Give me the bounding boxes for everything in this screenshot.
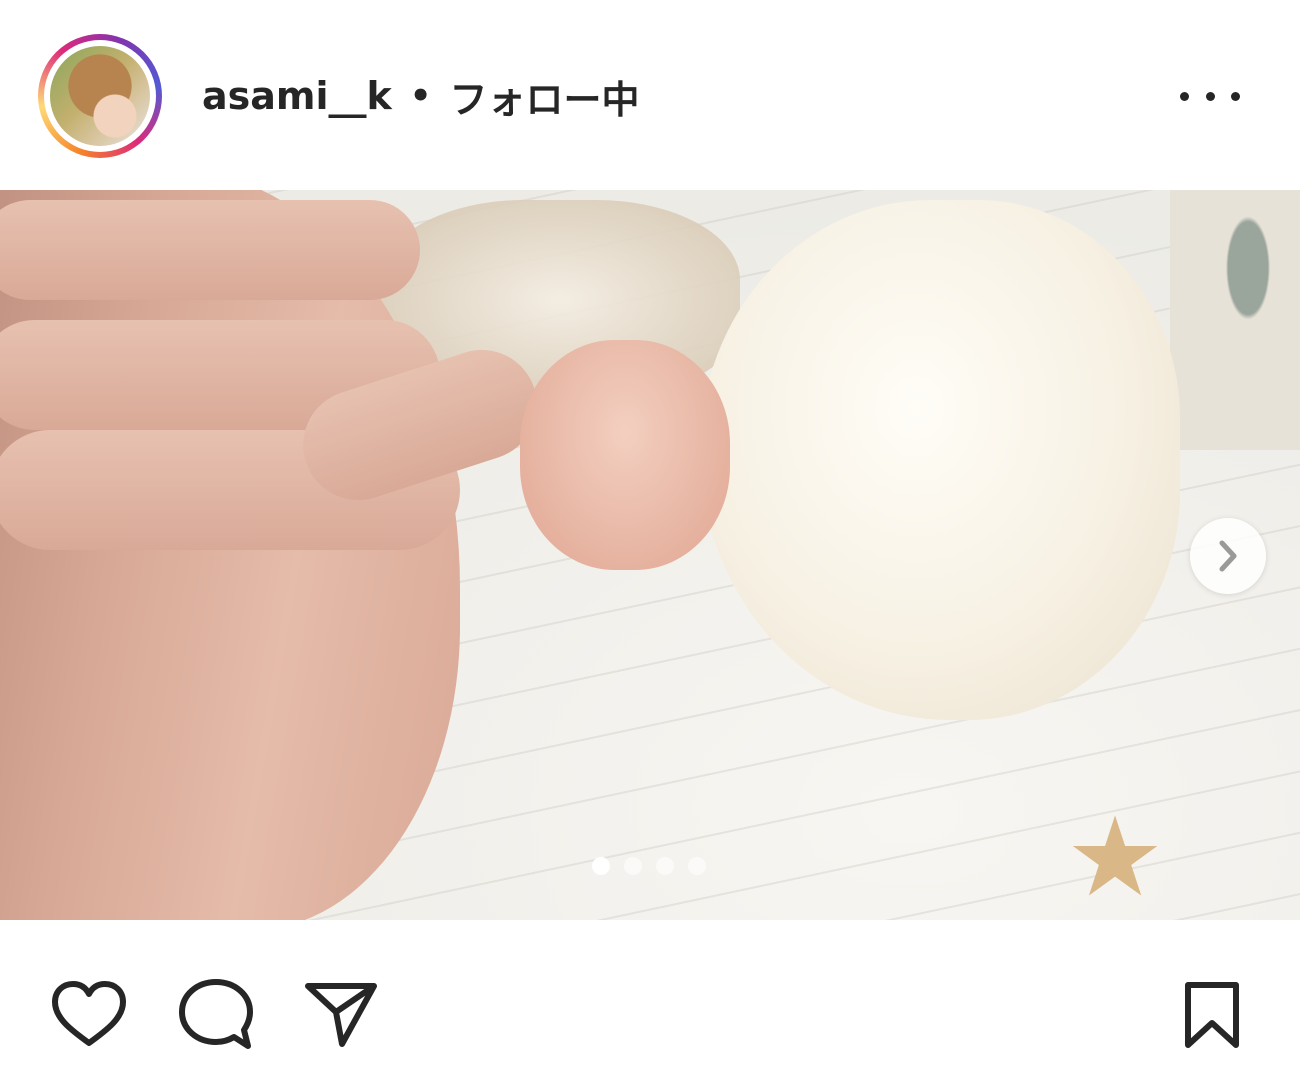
adult-finger <box>0 200 420 300</box>
post-header: asami__k • フォロー中 <box>0 0 1300 190</box>
separator-dot: • <box>409 76 432 116</box>
username-link[interactable]: asami__k <box>202 74 392 118</box>
follow-status[interactable]: フォロー中 <box>450 69 640 124</box>
baby-hand <box>520 340 730 570</box>
next-slide-button[interactable] <box>1190 518 1266 594</box>
more-horizontal-icon <box>1180 91 1189 101</box>
floral-fabric <box>1170 190 1300 450</box>
paper-plane-icon <box>305 983 377 1047</box>
avatar[interactable] <box>50 46 150 146</box>
save-button[interactable] <box>1180 980 1244 1050</box>
story-ring[interactable] <box>38 34 162 158</box>
chevron-right-icon <box>1219 540 1237 572</box>
share-button[interactable] <box>304 980 378 1048</box>
carousel-indicator <box>592 856 706 876</box>
star-icon: ★ <box>1065 793 1165 920</box>
carousel-dot <box>656 857 674 875</box>
carousel-dot <box>624 857 642 875</box>
post-image[interactable]: ★ <box>0 190 1300 920</box>
heart-icon <box>52 981 126 1046</box>
action-bar <box>0 920 1300 1088</box>
more-options-button[interactable] <box>1180 80 1240 112</box>
comment-icon <box>179 979 253 1049</box>
comment-button[interactable] <box>178 978 254 1052</box>
like-button[interactable] <box>50 978 128 1050</box>
carousel-dot-active <box>592 857 610 875</box>
carousel-dot <box>688 857 706 875</box>
bookmark-icon <box>1185 982 1239 1048</box>
username-line: asami__k • フォロー中 <box>202 68 640 124</box>
